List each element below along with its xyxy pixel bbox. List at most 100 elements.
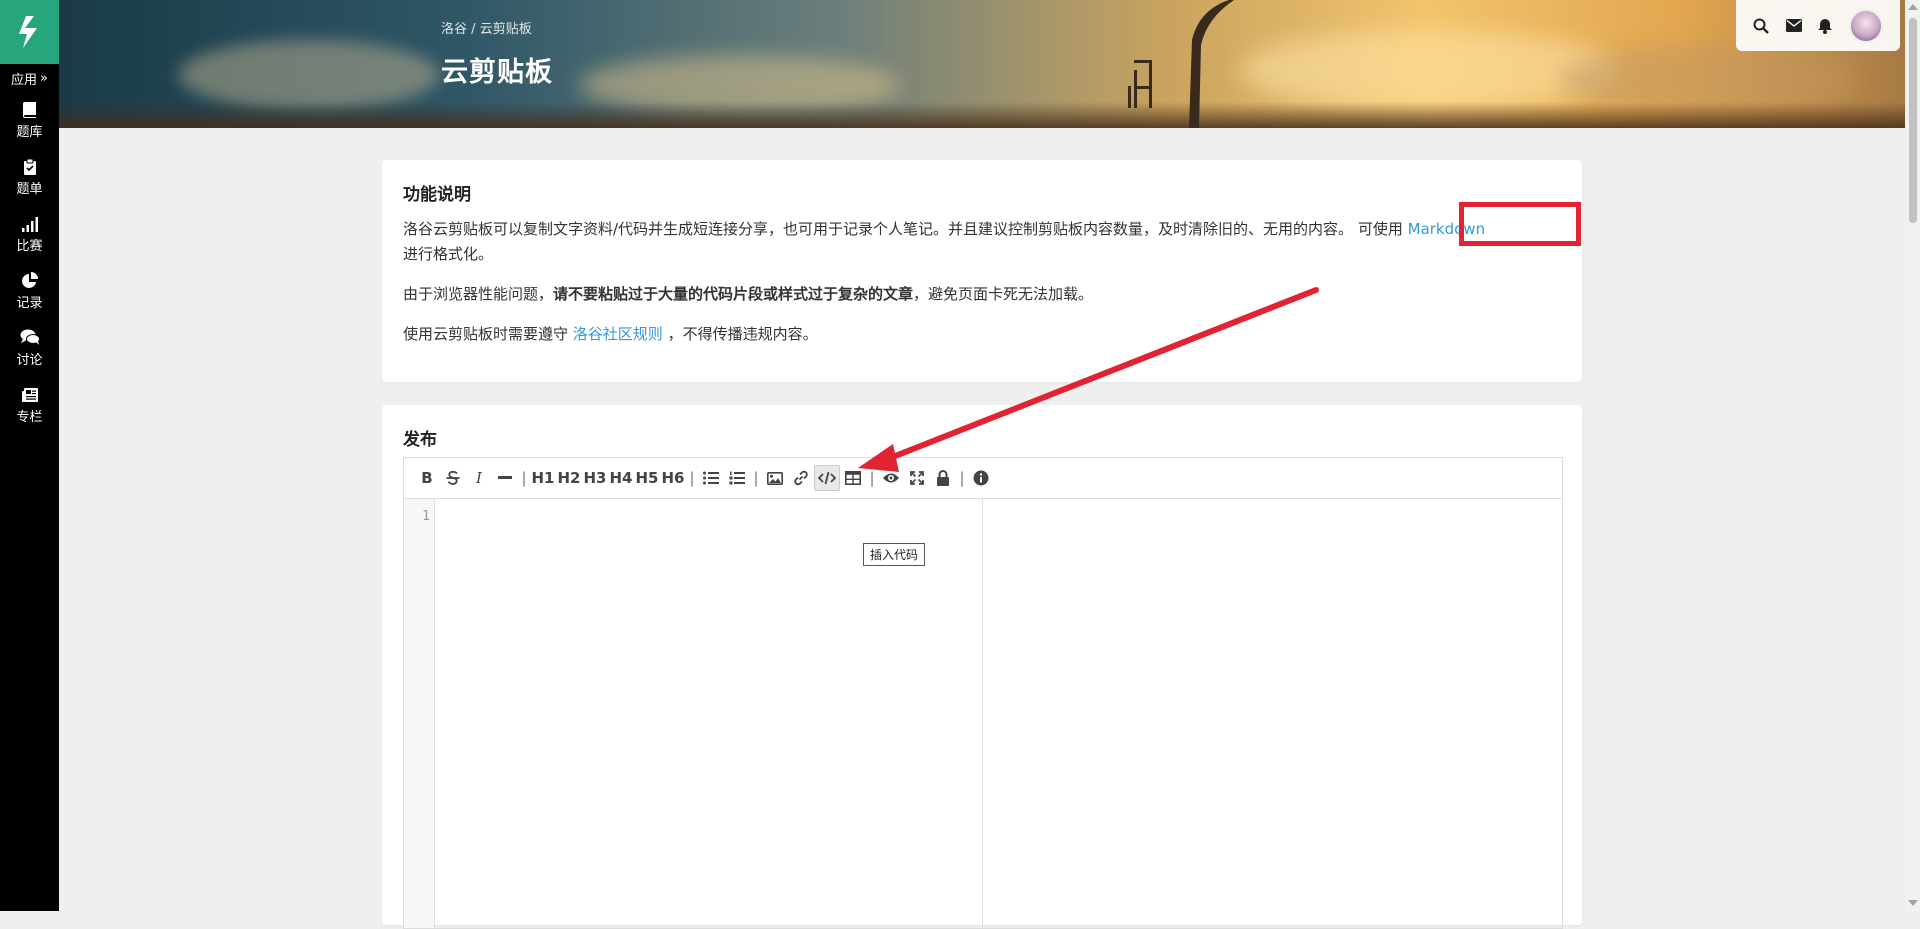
page-title: 云剪贴板 [441, 57, 553, 88]
editor-preview-pane [983, 499, 1562, 928]
bold-button[interactable]: B [414, 465, 440, 491]
toolbar-separator: | [521, 469, 527, 487]
sidebar-item-label: 题单 [16, 182, 43, 197]
intro-paragraph-1: 洛谷云剪贴板可以复制文字资料/代码并生成短连接分享，也可用于记录个人笔记。并且建… [403, 217, 1528, 267]
publish-card: 发布 B I | H1 H2 H3 H4 H5 H6 | | | | 1 插入代… [382, 405, 1582, 929]
insert-link-button[interactable] [788, 465, 814, 491]
italic-button[interactable]: I [466, 465, 492, 491]
toolbar-separator: | [689, 469, 695, 487]
intro-card: 功能说明 洛谷云剪贴板可以复制文字资料/代码并生成短连接分享，也可用于记录个人笔… [382, 160, 1582, 382]
header-banner: 洛谷 / 云剪贴板 云剪贴板 [59, 0, 1905, 128]
ordered-list-button[interactable] [724, 465, 750, 491]
luogu-logo[interactable] [0, 0, 59, 64]
help-info-button[interactable] [968, 465, 994, 491]
intro-title: 功能说明 [403, 185, 471, 205]
info-circle-icon [973, 470, 989, 486]
insert-code-tooltip: 插入代码 [863, 543, 926, 566]
sidebar-item-records[interactable]: 记录 [0, 263, 59, 320]
pie-chart-icon [21, 272, 38, 288]
double-chevron-right-icon: » [40, 70, 48, 86]
banner-ground [59, 102, 1905, 128]
heading-2-button[interactable]: H2 [556, 465, 582, 491]
insert-table-button[interactable] [840, 465, 866, 491]
ordered-list-icon [729, 471, 745, 485]
clipboard-icon [23, 158, 36, 175]
editor-line-gutter: 1 [404, 499, 435, 928]
toolbar-separator: | [869, 469, 875, 487]
heading-5-button[interactable]: H5 [634, 465, 660, 491]
intro-paragraph-3: 使用云剪贴板时需要遵守 洛谷社区规则 ，不得传播违规内容。 [403, 322, 1528, 347]
fullscreen-button[interactable] [904, 465, 930, 491]
scroll-down-arrow-icon[interactable] [1908, 900, 1918, 906]
code-icon [818, 471, 836, 485]
line-number: 1 [422, 509, 430, 524]
page-scrollbar[interactable] [1905, 0, 1920, 911]
book-icon [22, 102, 36, 118]
intro-p2-pre: 由于浏览器性能问题， [403, 285, 554, 303]
unordered-list-icon [703, 471, 719, 485]
lock-icon [937, 470, 949, 486]
expand-icon [910, 471, 924, 485]
community-rules-link[interactable]: 洛谷社区规则 [573, 325, 663, 343]
sidebar-item-label: 比赛 [16, 238, 43, 254]
intro-p1-text: 洛谷云剪贴板可以复制文字资料/代码并生成短连接分享，也可用于记录个人笔记。并且建… [403, 220, 1403, 238]
sidebar-item-contests[interactable]: 比赛 [0, 206, 59, 263]
insert-image-button[interactable] [762, 465, 788, 491]
heading-4-button[interactable]: H4 [608, 465, 634, 491]
breadcrumb-separator: / [471, 22, 476, 37]
sidebar-item-label: 题库 [16, 125, 43, 140]
sidebar-item-label: 专栏 [16, 409, 43, 425]
insert-code-button[interactable] [814, 465, 840, 491]
markdown-editor: B I | H1 H2 H3 H4 H5 H6 | | | | 1 插入代码 [403, 457, 1563, 929]
strikethrough-icon [446, 470, 460, 485]
sidebar: 应用 » 题库 题单 比赛 记录 讨论 专栏 [0, 0, 59, 911]
link-icon [794, 470, 808, 486]
scroll-up-arrow-icon[interactable] [1908, 4, 1918, 10]
lock-button[interactable] [930, 465, 956, 491]
sidebar-item-articles[interactable]: 专栏 [0, 377, 59, 434]
scrollbar-thumb[interactable] [1909, 18, 1917, 223]
intro-paragraph-2: 由于浏览器性能问题，请不要粘贴过于大量的代码片段或样式过于复杂的文章，避免页面卡… [403, 282, 1528, 307]
heading-3-button[interactable]: H3 [582, 465, 608, 491]
sidebar-item-problem-lists[interactable]: 题单 [0, 149, 59, 206]
banner-cloud [1239, 30, 1619, 110]
eye-icon [883, 473, 899, 483]
user-toolbar [1736, 0, 1900, 51]
luogu-logo-icon [18, 16, 37, 48]
strikethrough-button[interactable] [440, 465, 466, 491]
bell-icon[interactable] [1818, 18, 1833, 34]
banner-cloud [179, 40, 439, 110]
intro-p3-pre: 使用云剪贴板时需要遵守 [403, 325, 569, 343]
breadcrumb-home-link[interactable]: 洛谷 [441, 22, 467, 37]
markdown-annotation-box [1459, 202, 1581, 246]
heading-6-button[interactable]: H6 [660, 465, 686, 491]
toggle-preview-button[interactable] [878, 465, 904, 491]
intro-p3-post: ，不得传播违规内容。 [667, 325, 818, 343]
publish-title: 发布 [403, 430, 437, 450]
avatar[interactable] [1849, 8, 1884, 43]
search-icon[interactable] [1753, 18, 1769, 34]
toolbar-separator: | [959, 469, 965, 487]
unordered-list-button[interactable] [698, 465, 724, 491]
apps-label: 应用 [11, 72, 38, 88]
intro-p2-bold: 请不要粘贴过于大量的代码片段或样式过于复杂的文章 [553, 285, 914, 303]
apps-menu-button[interactable]: 应用 » [0, 64, 59, 92]
table-icon [845, 471, 861, 485]
breadcrumb-current: 云剪贴板 [479, 22, 532, 37]
bar-chart-icon [21, 216, 38, 232]
sidebar-item-discuss[interactable]: 讨论 [0, 320, 59, 377]
comments-icon [20, 329, 40, 345]
intro-p2-post: ，避免页面卡死无法加载。 [913, 285, 1094, 303]
sidebar-item-label: 记录 [16, 296, 43, 311]
sidebar-item-problems[interactable]: 题库 [0, 92, 59, 149]
editor-toolbar: B I | H1 H2 H3 H4 H5 H6 | | | | [404, 458, 1562, 499]
breadcrumb: 洛谷 / 云剪贴板 [441, 18, 532, 37]
newspaper-icon [21, 387, 38, 402]
horizontal-rule-icon [498, 476, 512, 479]
sidebar-item-label: 讨论 [16, 353, 43, 368]
intro-p1-tail: 进行格式化。 [403, 245, 494, 263]
toolbar-separator: | [753, 469, 759, 487]
horizontal-rule-button[interactable] [492, 465, 518, 491]
envelope-icon[interactable] [1785, 19, 1802, 32]
heading-1-button[interactable]: H1 [530, 465, 556, 491]
